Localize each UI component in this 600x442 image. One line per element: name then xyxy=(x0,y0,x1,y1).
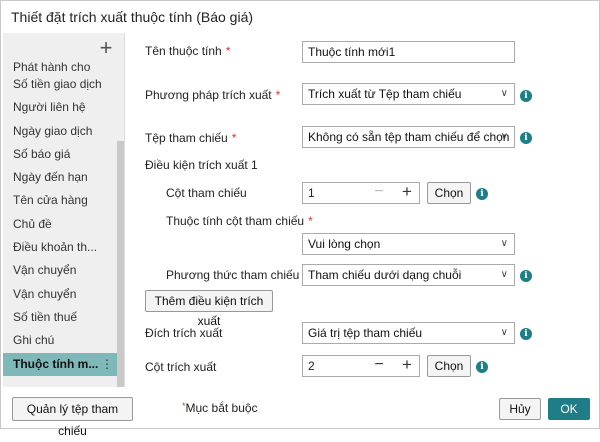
sidebar-item-notes[interactable]: Ghi chú xyxy=(3,329,124,352)
minus-icon[interactable]: − xyxy=(365,183,393,203)
ref-column-choose-button[interactable]: Chọn xyxy=(427,182,471,204)
method-label: Phương pháp trích xuất * xyxy=(145,88,281,102)
plus-icon[interactable]: + xyxy=(395,183,419,203)
ref-column-label: Cột tham chiếu xyxy=(166,186,247,200)
attr-name-input[interactable]: Thuộc tính mới1 xyxy=(302,41,515,63)
sidebar-item-terms[interactable]: Điều khoản th... xyxy=(3,236,124,259)
ok-button[interactable]: OK xyxy=(548,398,590,420)
method-select[interactable]: Trích xuất từ Tệp tham chiếu ∨ xyxy=(302,83,515,105)
info-icon[interactable]: i xyxy=(520,132,532,144)
sidebar-item-shipping-2[interactable]: Vận chuyển xyxy=(3,283,124,306)
plus-icon[interactable]: + xyxy=(96,37,116,59)
ref-file-label: Tệp tham chiếu * xyxy=(145,131,237,145)
attr-name-label: Tên thuộc tính * xyxy=(145,44,231,58)
chevron-down-icon: ∨ xyxy=(500,238,508,249)
ref-column-attr-label: Thuộc tính cột tham chiếu * xyxy=(166,214,313,228)
sidebar-item-transaction-amount[interactable]: Số tiền giao dịch xyxy=(3,73,124,96)
form-scrollbar[interactable] xyxy=(595,33,599,387)
info-icon[interactable]: i xyxy=(476,361,488,373)
attribute-list: Phát hành cho Số tiền giao dịch Người li… xyxy=(3,60,124,376)
manage-ref-files-button[interactable]: Quản lý tệp tham chiếu xyxy=(12,397,133,438)
extract-column-label: Cột trích xuất xyxy=(145,360,217,374)
sidebar-item-transaction-date[interactable]: Ngày giao dịch xyxy=(3,120,124,143)
more-icon[interactable]: ⋮ xyxy=(101,353,113,376)
attribute-sidebar: + Phát hành cho Số tiền giao dịch Người … xyxy=(3,33,125,387)
required-note: *Mục bắt buộc xyxy=(182,401,258,415)
sidebar-item-quote-number[interactable]: Số báo giá xyxy=(3,143,124,166)
target-label: Đích trích xuất xyxy=(145,326,223,340)
sidebar-item-due-date[interactable]: Ngày đến hạn xyxy=(3,166,124,189)
sidebar-item-subject[interactable]: Chủ đề xyxy=(3,213,124,236)
extract-column-stepper[interactable]: 2 − + xyxy=(302,355,420,377)
chevron-down-icon: ∨ xyxy=(500,269,508,280)
chevron-down-icon: ∨ xyxy=(500,327,508,338)
cancel-button[interactable]: Hủy xyxy=(499,398,541,420)
sidebar-item-new-attribute[interactable]: Thuộc tính m... ⋮ xyxy=(3,352,124,376)
condition-heading: Điều kiện trích xuất 1 xyxy=(145,158,258,172)
sidebar-item-store-name[interactable]: Tên cửa hàng xyxy=(3,189,124,212)
minus-icon[interactable]: − xyxy=(365,356,393,376)
ref-column-stepper[interactable]: 1 − + xyxy=(302,182,420,204)
info-icon[interactable]: i xyxy=(520,270,532,282)
ref-column-attr-select[interactable]: Vui lòng chọn ∨ xyxy=(302,233,515,255)
sidebar-item-contact[interactable]: Người liên hệ xyxy=(3,96,124,119)
ref-mode-label: Phương thức tham chiếu xyxy=(166,268,300,282)
sidebar-scrollbar[interactable] xyxy=(117,141,124,387)
attribute-form: Tên thuộc tính * Thuộc tính mới1 Phương p… xyxy=(135,33,595,387)
attribute-extraction-dialog: Thiết đặt trích xuất thuộc tính (Báo giá… xyxy=(0,0,600,438)
sidebar-item-tax-amount[interactable]: Số tiền thuế xyxy=(3,306,124,329)
info-icon[interactable]: i xyxy=(520,90,532,102)
dialog-title: Thiết đặt trích xuất thuộc tính (Báo giá… xyxy=(11,9,254,25)
chevron-down-icon: ∨ xyxy=(500,88,508,99)
chevron-down-icon: ∨ xyxy=(500,131,508,142)
info-icon[interactable]: i xyxy=(476,188,488,200)
sidebar-item-shipping-1[interactable]: Vận chuyển xyxy=(3,259,124,282)
ref-mode-select[interactable]: Tham chiếu dưới dạng chuỗi ∨ xyxy=(302,264,515,286)
add-condition-button[interactable]: Thêm điều kiện trích xuất xyxy=(145,290,273,328)
ref-file-select[interactable]: Không có sẵn tệp tham chiếu để chọn ∨ xyxy=(302,126,515,148)
info-icon[interactable]: i xyxy=(520,328,532,340)
sidebar-item-issued-to[interactable]: Phát hành cho xyxy=(3,60,124,73)
plus-icon[interactable]: + xyxy=(395,356,419,376)
extract-column-choose-button[interactable]: Chọn xyxy=(427,355,471,377)
target-select[interactable]: Giá trị tệp tham chiếu ∨ xyxy=(302,322,515,344)
